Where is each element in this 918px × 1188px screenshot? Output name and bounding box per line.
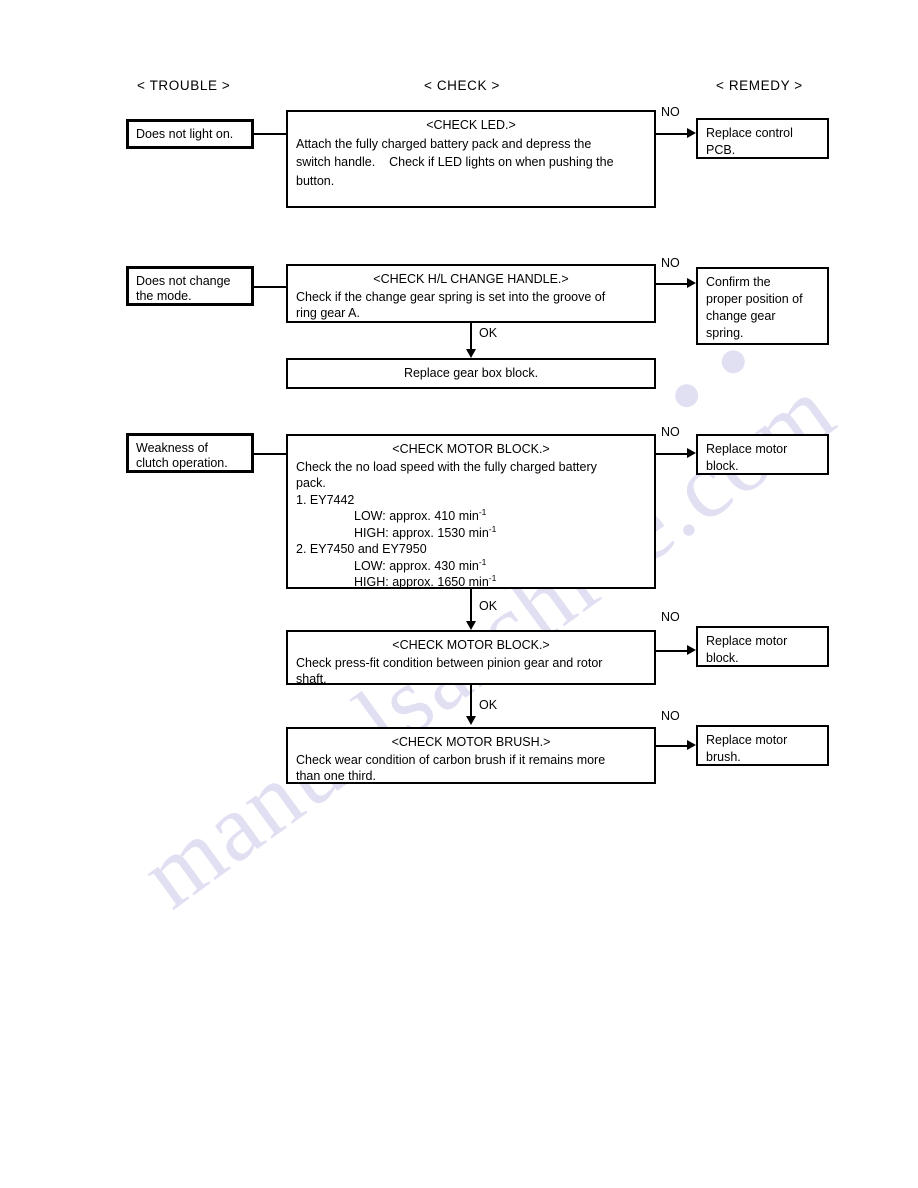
remedy-line: PCB.	[706, 143, 736, 157]
trouble-label: the mode.	[136, 289, 192, 303]
spec-line: LOW: approx. 410 min-1	[296, 508, 646, 525]
remedy-box-replace-motor-block-2: Replace motor block.	[696, 626, 829, 667]
check-title: <CHECK MOTOR BRUSH.>	[391, 735, 551, 749]
column-header-remedy: < REMEDY >	[716, 78, 803, 93]
connector-trouble-to-check-3	[254, 453, 286, 455]
spec-label: LOW: approx. 430 min	[354, 558, 479, 573]
remedy-line: Replace motor	[706, 442, 788, 456]
connector-check-to-remedy-2	[656, 283, 688, 285]
spec-exponent: -1	[488, 523, 497, 534]
connector-check-to-action-2	[470, 323, 472, 351]
remedy-box-replace-control-pcb: Replace control PCB.	[696, 118, 829, 159]
spec-label: HIGH: approx. 1530 min	[354, 525, 489, 540]
column-header-trouble: < TROUBLE >	[137, 78, 231, 93]
check-title: <CHECK MOTOR BLOCK.>	[392, 442, 550, 456]
trouble-box-clutch: Weakness of clutch operation.	[126, 433, 254, 473]
edge-label-ok: OK	[479, 326, 498, 340]
connector-check3-to-check4	[470, 589, 472, 623]
arrow-icon	[687, 740, 696, 750]
spec-exponent: -1	[478, 556, 487, 567]
edge-label-no: NO	[661, 709, 680, 723]
check-box-motor-block-speed: <CHECK MOTOR BLOCK.> Check the no load s…	[286, 434, 656, 589]
remedy-line: brush.	[706, 750, 741, 764]
edge-label-no: NO	[661, 425, 680, 439]
spec-label: LOW: approx. 410 min	[354, 509, 479, 523]
remedy-box-replace-motor-block-1: Replace motor block.	[696, 434, 829, 475]
spec-label: HIGH: approx. 1650 min	[354, 575, 489, 589]
check-body-line: pack.	[296, 476, 326, 490]
spec-line: HIGH: approx. 1530 min-1	[296, 523, 646, 542]
check-body-line: shaft.	[296, 672, 327, 686]
connector-check-to-remedy-1	[656, 133, 688, 135]
remedy-box-confirm-gear-spring: Confirm the proper position of change ge…	[696, 267, 829, 345]
edge-label-no: NO	[661, 105, 680, 119]
remedy-line: spring.	[706, 326, 744, 340]
remedy-line: Replace motor	[706, 733, 788, 747]
arrow-icon	[687, 448, 696, 458]
check-box-motor-block-pinion: <CHECK MOTOR BLOCK.> Check press-fit con…	[286, 630, 656, 686]
connector-check4-to-check5	[470, 685, 472, 717]
column-header-check: < CHECK >	[424, 78, 500, 93]
check-title: <CHECK MOTOR BLOCK.>	[392, 638, 550, 652]
remedy-line: Replace motor	[706, 634, 788, 648]
trouble-box-mode: Does not change the mode.	[126, 266, 254, 306]
check-body-line: Check the no load speed with the fully c…	[296, 459, 597, 474]
check-body-line: button.	[296, 173, 335, 188]
remedy-line: Confirm the	[706, 275, 771, 289]
check-box-motor-brush: <CHECK MOTOR BRUSH.> Check wear conditio…	[286, 727, 656, 784]
check-body-line: 2. EY7450 and EY7950	[296, 542, 427, 556]
check-body-line: Check wear condition of carbon brush if …	[296, 752, 606, 767]
arrow-icon	[466, 349, 476, 358]
edge-label-no: NO	[661, 610, 680, 624]
remedy-line: block.	[706, 651, 739, 665]
connector-check-to-remedy-5	[656, 745, 688, 747]
remedy-line: change gear	[706, 309, 776, 323]
trouble-label: Weakness of	[136, 441, 209, 455]
check-body-line: ring gear A.	[296, 306, 360, 320]
edge-label-no: NO	[661, 256, 680, 270]
spec-exponent: -1	[478, 506, 487, 517]
remedy-line: block.	[706, 459, 739, 473]
check-title: <CHECK LED.>	[426, 118, 516, 132]
connector-trouble-to-check-1	[254, 133, 286, 135]
check-body-line: Check if the change gear spring is set i…	[296, 289, 606, 304]
trouble-box-led: Does not light on.	[126, 119, 254, 149]
trouble-label: Does not light on.	[136, 127, 234, 141]
check-box-hl-change-handle: <CHECK H/L CHANGE HANDLE.> Check if the …	[286, 264, 656, 323]
check-body-line: Attach the fully charged battery pack an…	[296, 136, 592, 151]
check-body-line: switch handle. Check if LED lights on wh…	[296, 155, 614, 169]
action-label: Replace gear box block.	[403, 366, 539, 380]
flowchart-sheet: manualsarchive.com • • • < TROUBLE > < C…	[0, 0, 918, 1188]
action-box-replace-gear-box-block: Replace gear box block.	[286, 358, 656, 389]
check-body-line: than one third.	[296, 769, 376, 783]
check-body-line: 1. EY7442	[296, 492, 355, 507]
remedy-line: proper position of	[706, 292, 803, 306]
remedy-line: Replace control	[706, 126, 793, 140]
spec-exponent: -1	[488, 572, 497, 583]
check-body-line: Check press-fit condition between pinion…	[296, 655, 603, 670]
arrow-icon	[687, 645, 696, 655]
trouble-label: clutch operation.	[136, 456, 228, 470]
arrow-icon	[466, 716, 476, 725]
arrow-icon	[466, 621, 476, 630]
check-box-led: <CHECK LED.> Attach the fully charged ba…	[286, 110, 656, 208]
trouble-label: Does not change	[136, 274, 231, 288]
check-title: <CHECK H/L CHANGE HANDLE.>	[373, 272, 569, 286]
connector-trouble-to-check-2	[254, 286, 286, 288]
spec-line: LOW: approx. 430 min-1	[296, 556, 646, 575]
connector-check-to-remedy-4	[656, 650, 688, 652]
remedy-box-replace-motor-brush: Replace motor brush.	[696, 725, 829, 766]
connector-check-to-remedy-3	[656, 453, 688, 455]
edge-label-ok: OK	[479, 599, 498, 613]
edge-label-ok: OK	[479, 698, 498, 712]
arrow-icon	[687, 128, 696, 138]
arrow-icon	[687, 278, 696, 288]
spec-line: HIGH: approx. 1650 min-1	[296, 574, 646, 591]
